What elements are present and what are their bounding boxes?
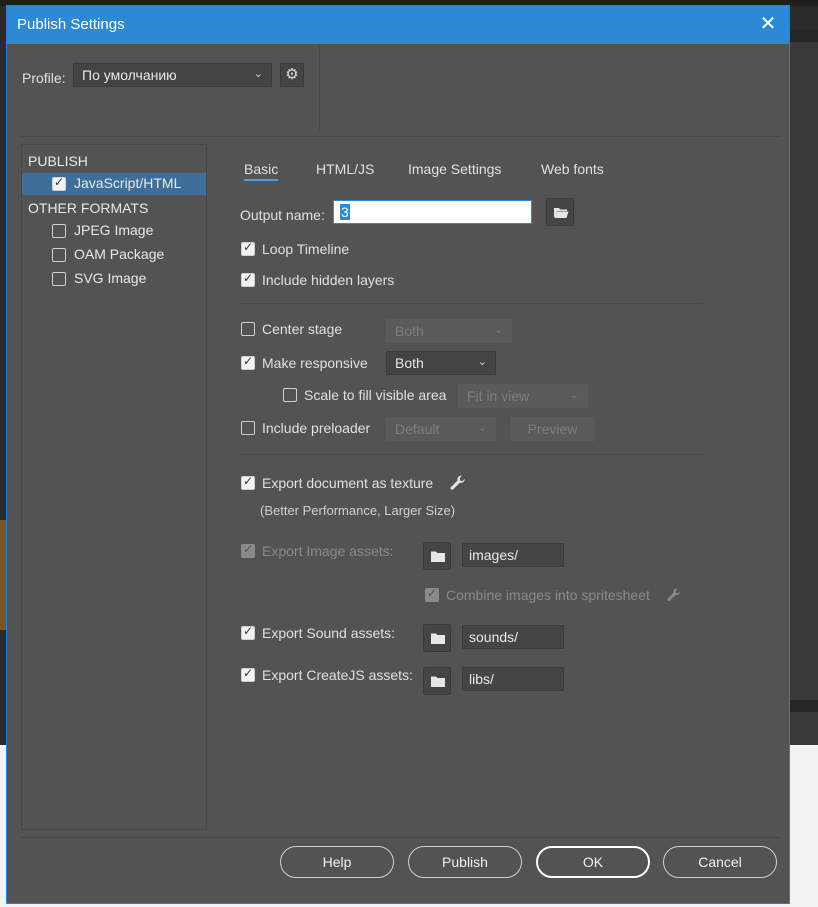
wrench-icon[interactable] — [666, 587, 682, 603]
profile-horizontal-divider — [21, 136, 781, 137]
folder-icon — [431, 633, 445, 644]
profile-select[interactable]: По умолчанию ⌄ — [73, 63, 272, 87]
export-createjs-assets-label: Export CreateJS assets: — [262, 667, 413, 683]
image-assets-path-value: images/ — [469, 547, 519, 563]
close-icon[interactable]: ✕ — [755, 12, 781, 38]
help-button[interactable]: Help — [280, 846, 394, 878]
dialog-title: Publish Settings — [17, 16, 125, 33]
export-texture-checkbox[interactable] — [241, 474, 255, 490]
export-createjs-assets-checkbox[interactable] — [241, 666, 255, 682]
publish-header: PUBLISH — [28, 153, 88, 169]
footer-divider — [21, 837, 781, 838]
chevron-down-icon: ⌄ — [569, 389, 579, 401]
scale-to-fill-checkbox[interactable] — [283, 388, 297, 402]
scale-to-fill-select-value: Fit in view — [467, 388, 530, 404]
cancel-button[interactable]: Cancel — [663, 846, 777, 878]
export-texture-label: Export document as texture — [262, 475, 434, 491]
export-sound-assets-label: Export Sound assets: — [262, 625, 396, 641]
tab-html-js[interactable]: HTML/JS — [316, 161, 374, 177]
tab-image-settings[interactable]: Image Settings — [408, 161, 501, 177]
loop-timeline-label: Loop Timeline — [262, 241, 350, 257]
publish-settings-dialog: Publish Settings ✕ Profile: По умолчанию… — [6, 5, 790, 904]
export-sound-assets-checkbox[interactable] — [241, 624, 255, 640]
section-divider — [239, 303, 703, 304]
ok-button[interactable]: OK — [536, 846, 650, 878]
sidebar-item-label: JPEG Image — [74, 222, 154, 238]
tab-basic[interactable]: Basic — [244, 161, 279, 181]
javascript-html-checkbox[interactable] — [52, 175, 66, 191]
sidebar-item-label: JavaScript/HTML — [74, 175, 182, 191]
sidebar-item-svg-image[interactable]: SVG Image — [22, 268, 206, 290]
other-formats-header: OTHER FORMATS — [28, 200, 149, 216]
browse-libs-folder-button[interactable] — [423, 667, 451, 695]
sidebar-item-javascript-html[interactable]: JavaScript/HTML — [22, 173, 206, 195]
chevron-down-icon: ⌄ — [477, 422, 487, 434]
sidebar-item-jpeg-image[interactable]: JPEG Image — [22, 220, 206, 242]
background-app-panel — [790, 30, 818, 745]
jpeg-image-checkbox[interactable] — [52, 224, 66, 238]
include-preloader-checkbox[interactable] — [241, 421, 255, 435]
make-responsive-checkbox[interactable] — [241, 354, 255, 370]
browse-output-button[interactable] — [546, 198, 574, 226]
svg-image-checkbox[interactable] — [52, 272, 66, 286]
scale-to-fill-label: Scale to fill visible area — [304, 387, 447, 403]
make-responsive-select[interactable]: Both ⌄ — [386, 351, 496, 375]
folder-open-icon — [554, 208, 569, 218]
combine-spritesheet-label: Combine images into spritesheet — [446, 587, 650, 603]
include-hidden-layers-checkbox[interactable] — [241, 271, 255, 287]
loop-timeline-checkbox[interactable] — [241, 240, 255, 256]
center-stage-label: Center stage — [262, 321, 343, 337]
center-stage-select[interactable]: Both ⌄ — [386, 319, 512, 343]
createjs-assets-path-input[interactable]: libs/ — [462, 667, 564, 691]
createjs-assets-path-value: libs/ — [469, 671, 494, 687]
sidebar-item-label: OAM Package — [74, 246, 165, 262]
wrench-icon[interactable] — [449, 474, 467, 492]
export-image-assets-label: Export Image assets: — [262, 543, 394, 559]
output-name-value: 3 — [340, 204, 350, 220]
image-assets-path-input[interactable]: images/ — [462, 543, 564, 567]
profile-label: Profile: — [22, 70, 66, 86]
preloader-select[interactable]: Default ⌄ — [386, 417, 496, 441]
preview-button-label: Preview — [527, 421, 578, 437]
browse-sounds-folder-button[interactable] — [423, 624, 451, 652]
chevron-down-icon: ⌄ — [477, 356, 487, 368]
scale-to-fill-select[interactable]: Fit in view ⌄ — [458, 384, 588, 408]
dialog-titlebar: Publish Settings ✕ — [7, 6, 789, 44]
combine-spritesheet-checkbox[interactable] — [425, 586, 439, 602]
output-name-label: Output name: — [240, 207, 325, 223]
profile-vertical-divider — [319, 46, 320, 130]
chevron-down-icon: ⌄ — [253, 68, 263, 80]
folder-icon — [431, 676, 445, 687]
preloader-select-value: Default — [395, 421, 440, 437]
output-name-input[interactable]: 3 — [333, 200, 532, 224]
profile-select-value: По умолчанию — [82, 67, 177, 83]
chevron-down-icon: ⌄ — [493, 324, 503, 336]
sound-assets-path-input[interactable]: sounds/ — [462, 625, 564, 649]
tab-web-fonts[interactable]: Web fonts — [541, 161, 604, 177]
gear-icon[interactable]: ⚙ — [280, 63, 304, 87]
section-divider — [239, 454, 703, 455]
sound-assets-path-value: sounds/ — [469, 629, 519, 645]
format-sidebar: PUBLISH JavaScript/HTML OTHER FORMATS JP… — [21, 144, 207, 830]
folder-icon — [431, 551, 445, 562]
export-texture-note: (Better Performance, Larger Size) — [260, 503, 456, 518]
include-preloader-label: Include preloader — [262, 420, 371, 436]
center-stage-select-value: Both — [395, 323, 424, 339]
background-panel-strip — [790, 30, 818, 42]
oam-package-checkbox[interactable] — [52, 248, 66, 262]
sidebar-item-oam-package[interactable]: OAM Package — [22, 244, 206, 266]
make-responsive-label: Make responsive — [262, 355, 368, 371]
publish-button[interactable]: Publish — [408, 846, 522, 878]
preview-button[interactable]: Preview — [510, 417, 595, 441]
background-panel-strip — [790, 700, 818, 712]
include-hidden-layers-label: Include hidden layers — [262, 272, 395, 288]
export-image-assets-checkbox[interactable] — [241, 542, 255, 558]
browse-images-folder-button[interactable] — [423, 542, 451, 570]
sidebar-item-label: SVG Image — [74, 270, 147, 286]
make-responsive-select-value: Both — [395, 355, 424, 371]
center-stage-checkbox[interactable] — [241, 322, 255, 336]
